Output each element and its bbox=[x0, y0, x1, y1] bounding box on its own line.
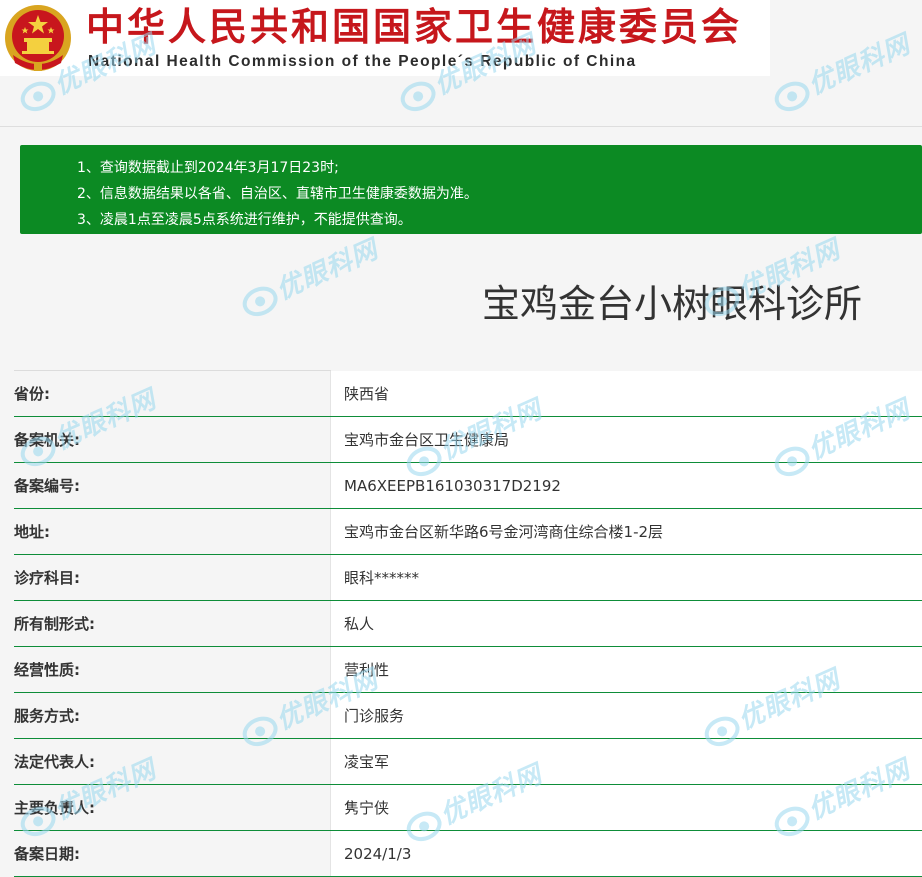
field-label-address: 地址: bbox=[14, 509, 331, 555]
field-value-ownership: 私人 bbox=[331, 601, 922, 647]
table-row: 法定代表人: 凌宝军 bbox=[14, 739, 922, 785]
field-label-registration-date: 备案日期: bbox=[14, 831, 331, 877]
field-label-service-mode: 服务方式: bbox=[14, 693, 331, 739]
site-title-en: National Health Commission of the People… bbox=[88, 53, 637, 71]
table-row: 主要负责人: 隽宁侠 bbox=[14, 785, 922, 831]
notice-item: 2、信息数据结果以各省、自治区、直辖市卫生健康委数据为准。 bbox=[77, 181, 922, 207]
eye-logo-icon bbox=[238, 280, 283, 322]
table-row: 所有制形式: 私人 bbox=[14, 601, 922, 647]
field-value-business-nature: 营利性 bbox=[331, 647, 922, 693]
field-label-province: 省份: bbox=[14, 371, 331, 417]
table-row: 经营性质: 营利性 bbox=[14, 647, 922, 693]
field-value-service-mode: 门诊服务 bbox=[331, 693, 922, 739]
table-row: 地址: 宝鸡市金台区新华路6号金河湾商住综合楼1-2层 bbox=[14, 509, 922, 555]
table-row: 备案编号: MA6XEEPB161030317D2192 bbox=[14, 463, 922, 509]
watermark: 优眼科网 bbox=[234, 227, 391, 334]
field-value-registration-date: 2024/1/3 bbox=[331, 831, 922, 877]
field-value-registration-number: MA6XEEPB161030317D2192 bbox=[331, 463, 922, 509]
field-label-ownership: 所有制形式: bbox=[14, 601, 331, 647]
field-value-principal: 隽宁侠 bbox=[331, 785, 922, 831]
table-row: 省份: 陕西省 bbox=[14, 371, 922, 417]
notice-item: 3、凌晨1点至凌晨5点系统进行维护，不能提供查询。 bbox=[77, 207, 922, 233]
organization-details-table: 省份: 陕西省 备案机关: 宝鸡市金台区卫生健康局 备案编号: MA6XEEPB… bbox=[14, 370, 922, 877]
field-label-departments: 诊疗科目: bbox=[14, 555, 331, 601]
table-row: 备案日期: 2024/1/3 bbox=[14, 831, 922, 877]
field-value-province: 陕西省 bbox=[331, 371, 922, 417]
field-label-business-nature: 经营性质: bbox=[14, 647, 331, 693]
field-value-departments: 眼科****** bbox=[331, 555, 922, 601]
notice-item: 1、查询数据截止到2024年3月17日23时; bbox=[77, 155, 922, 181]
query-notice: 1、查询数据截止到2024年3月17日23时; 2、信息数据结果以各省、自治区、… bbox=[20, 145, 922, 234]
field-value-registration-authority: 宝鸡市金台区卫生健康局 bbox=[331, 417, 922, 463]
site-header: 中华人民共和国国家卫生健康委员会 National Health Commiss… bbox=[0, 0, 922, 127]
organization-name: 宝鸡金台小树眼科诊所 bbox=[482, 280, 862, 328]
watermark-text: 优眼科网 bbox=[271, 234, 383, 307]
field-value-address: 宝鸡市金台区新华路6号金河湾商住综合楼1-2层 bbox=[331, 509, 922, 555]
logo-strip: 中华人民共和国国家卫生健康委员会 National Health Commiss… bbox=[0, 0, 770, 76]
field-label-principal: 主要负责人: bbox=[14, 785, 331, 831]
field-label-registration-authority: 备案机关: bbox=[14, 417, 331, 463]
field-label-registration-number: 备案编号: bbox=[14, 463, 331, 509]
national-emblem-icon bbox=[3, 3, 73, 73]
field-label-legal-representative: 法定代表人: bbox=[14, 739, 331, 785]
table-row: 备案机关: 宝鸡市金台区卫生健康局 bbox=[14, 417, 922, 463]
table-row: 服务方式: 门诊服务 bbox=[14, 693, 922, 739]
field-value-legal-representative: 凌宝军 bbox=[331, 739, 922, 785]
table-row: 诊疗科目: 眼科****** bbox=[14, 555, 922, 601]
site-title-cn: 中华人民共和国国家卫生健康委员会 bbox=[86, 4, 742, 50]
